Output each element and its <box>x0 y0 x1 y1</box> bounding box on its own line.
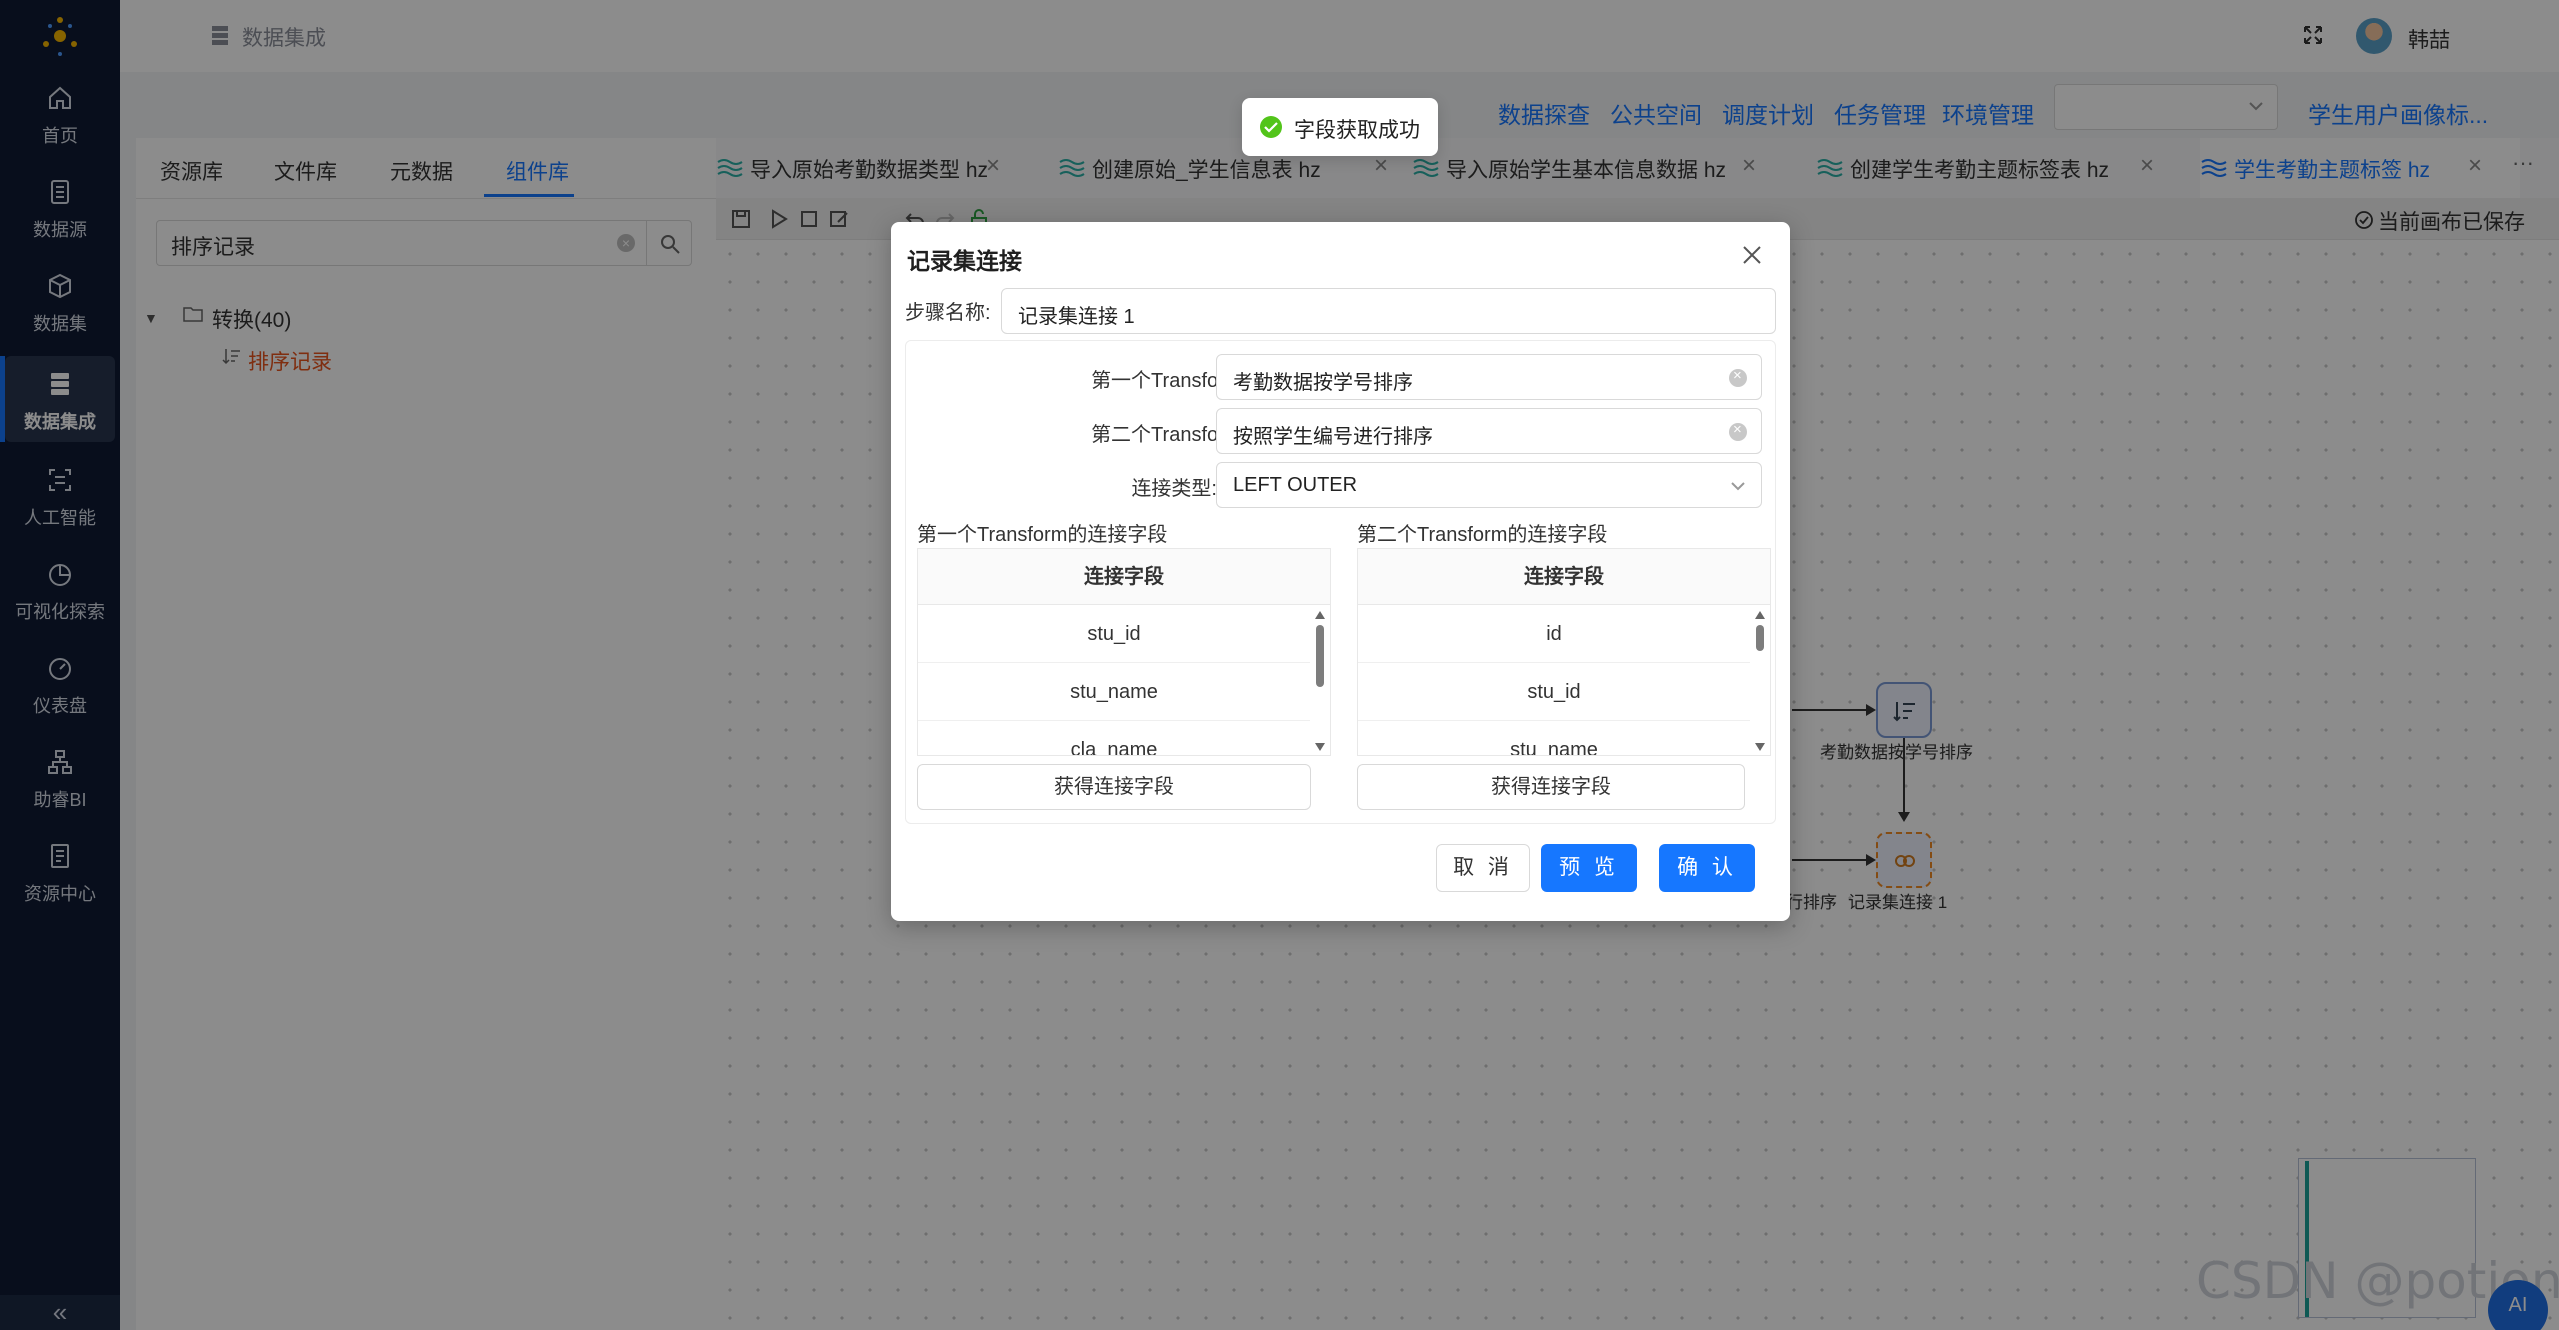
join-type-select[interactable]: LEFT OUTER <box>1216 462 1762 508</box>
scroll-up-icon[interactable] <box>1315 611 1325 619</box>
left-fields-table: 连接字段 stu_id stu_name cla_name <box>917 548 1331 756</box>
get-left-fields-button[interactable]: 获得连接字段 <box>917 764 1311 810</box>
right-fields-title: 第二个Transform的连接字段 <box>1357 524 1608 546</box>
success-toast: 字段获取成功 <box>1242 98 1438 156</box>
scrollbar[interactable] <box>1312 605 1328 755</box>
left-fields-title: 第一个Transform的连接字段 <box>917 524 1168 546</box>
scrollbar-thumb[interactable] <box>1756 625 1764 651</box>
scroll-down-icon[interactable] <box>1315 743 1325 751</box>
close-icon[interactable] <box>1737 240 1767 270</box>
table-row[interactable]: stu_id <box>918 605 1310 663</box>
first-transform-value: 考勤数据按学号排序 <box>1233 372 1413 394</box>
table-row[interactable]: cla_name <box>918 721 1310 755</box>
step-name-label: 步骤名称: <box>905 302 991 324</box>
table-header: 连接字段 <box>1358 549 1770 605</box>
merge-join-dialog: 记录集连接 步骤名称: 记录集连接 1 第一个Transform: 考勤数据按学… <box>891 222 1790 921</box>
cancel-button[interactable]: 取 消 <box>1436 844 1530 892</box>
table-row[interactable]: stu_name <box>918 663 1310 721</box>
chevron-down-icon <box>1731 482 1745 491</box>
scrollbar[interactable] <box>1752 605 1768 755</box>
scroll-down-icon[interactable] <box>1755 743 1765 751</box>
step-name-input[interactable]: 记录集连接 1 <box>1001 288 1776 334</box>
scrollbar-thumb[interactable] <box>1316 625 1324 687</box>
second-transform-value: 按照学生编号进行排序 <box>1233 426 1433 448</box>
table-row[interactable]: stu_id <box>1358 663 1750 721</box>
first-transform-select[interactable]: 考勤数据按学号排序 <box>1216 354 1762 400</box>
toast-message: 字段获取成功 <box>1294 119 1420 142</box>
dialog-title: 记录集连接 <box>907 248 1022 274</box>
second-transform-select[interactable]: 按照学生编号进行排序 <box>1216 408 1762 454</box>
join-type-value: LEFT OUTER <box>1233 474 1358 496</box>
scroll-up-icon[interactable] <box>1755 611 1765 619</box>
table-header: 连接字段 <box>918 549 1330 605</box>
right-fields-table: 连接字段 id stu_id stu_name <box>1357 548 1771 756</box>
get-right-fields-button[interactable]: 获得连接字段 <box>1357 764 1745 810</box>
success-icon <box>1260 116 1282 138</box>
step-name-value: 记录集连接 1 <box>1018 306 1135 328</box>
preview-button[interactable]: 预 览 <box>1541 844 1637 892</box>
table-row[interactable]: stu_name <box>1358 721 1750 755</box>
join-type-label: 连接类型: <box>1131 478 1217 500</box>
clear-icon[interactable] <box>1729 367 1747 387</box>
clear-icon[interactable] <box>1729 421 1747 441</box>
confirm-button[interactable]: 确 认 <box>1659 844 1755 892</box>
table-row[interactable]: id <box>1358 605 1750 663</box>
